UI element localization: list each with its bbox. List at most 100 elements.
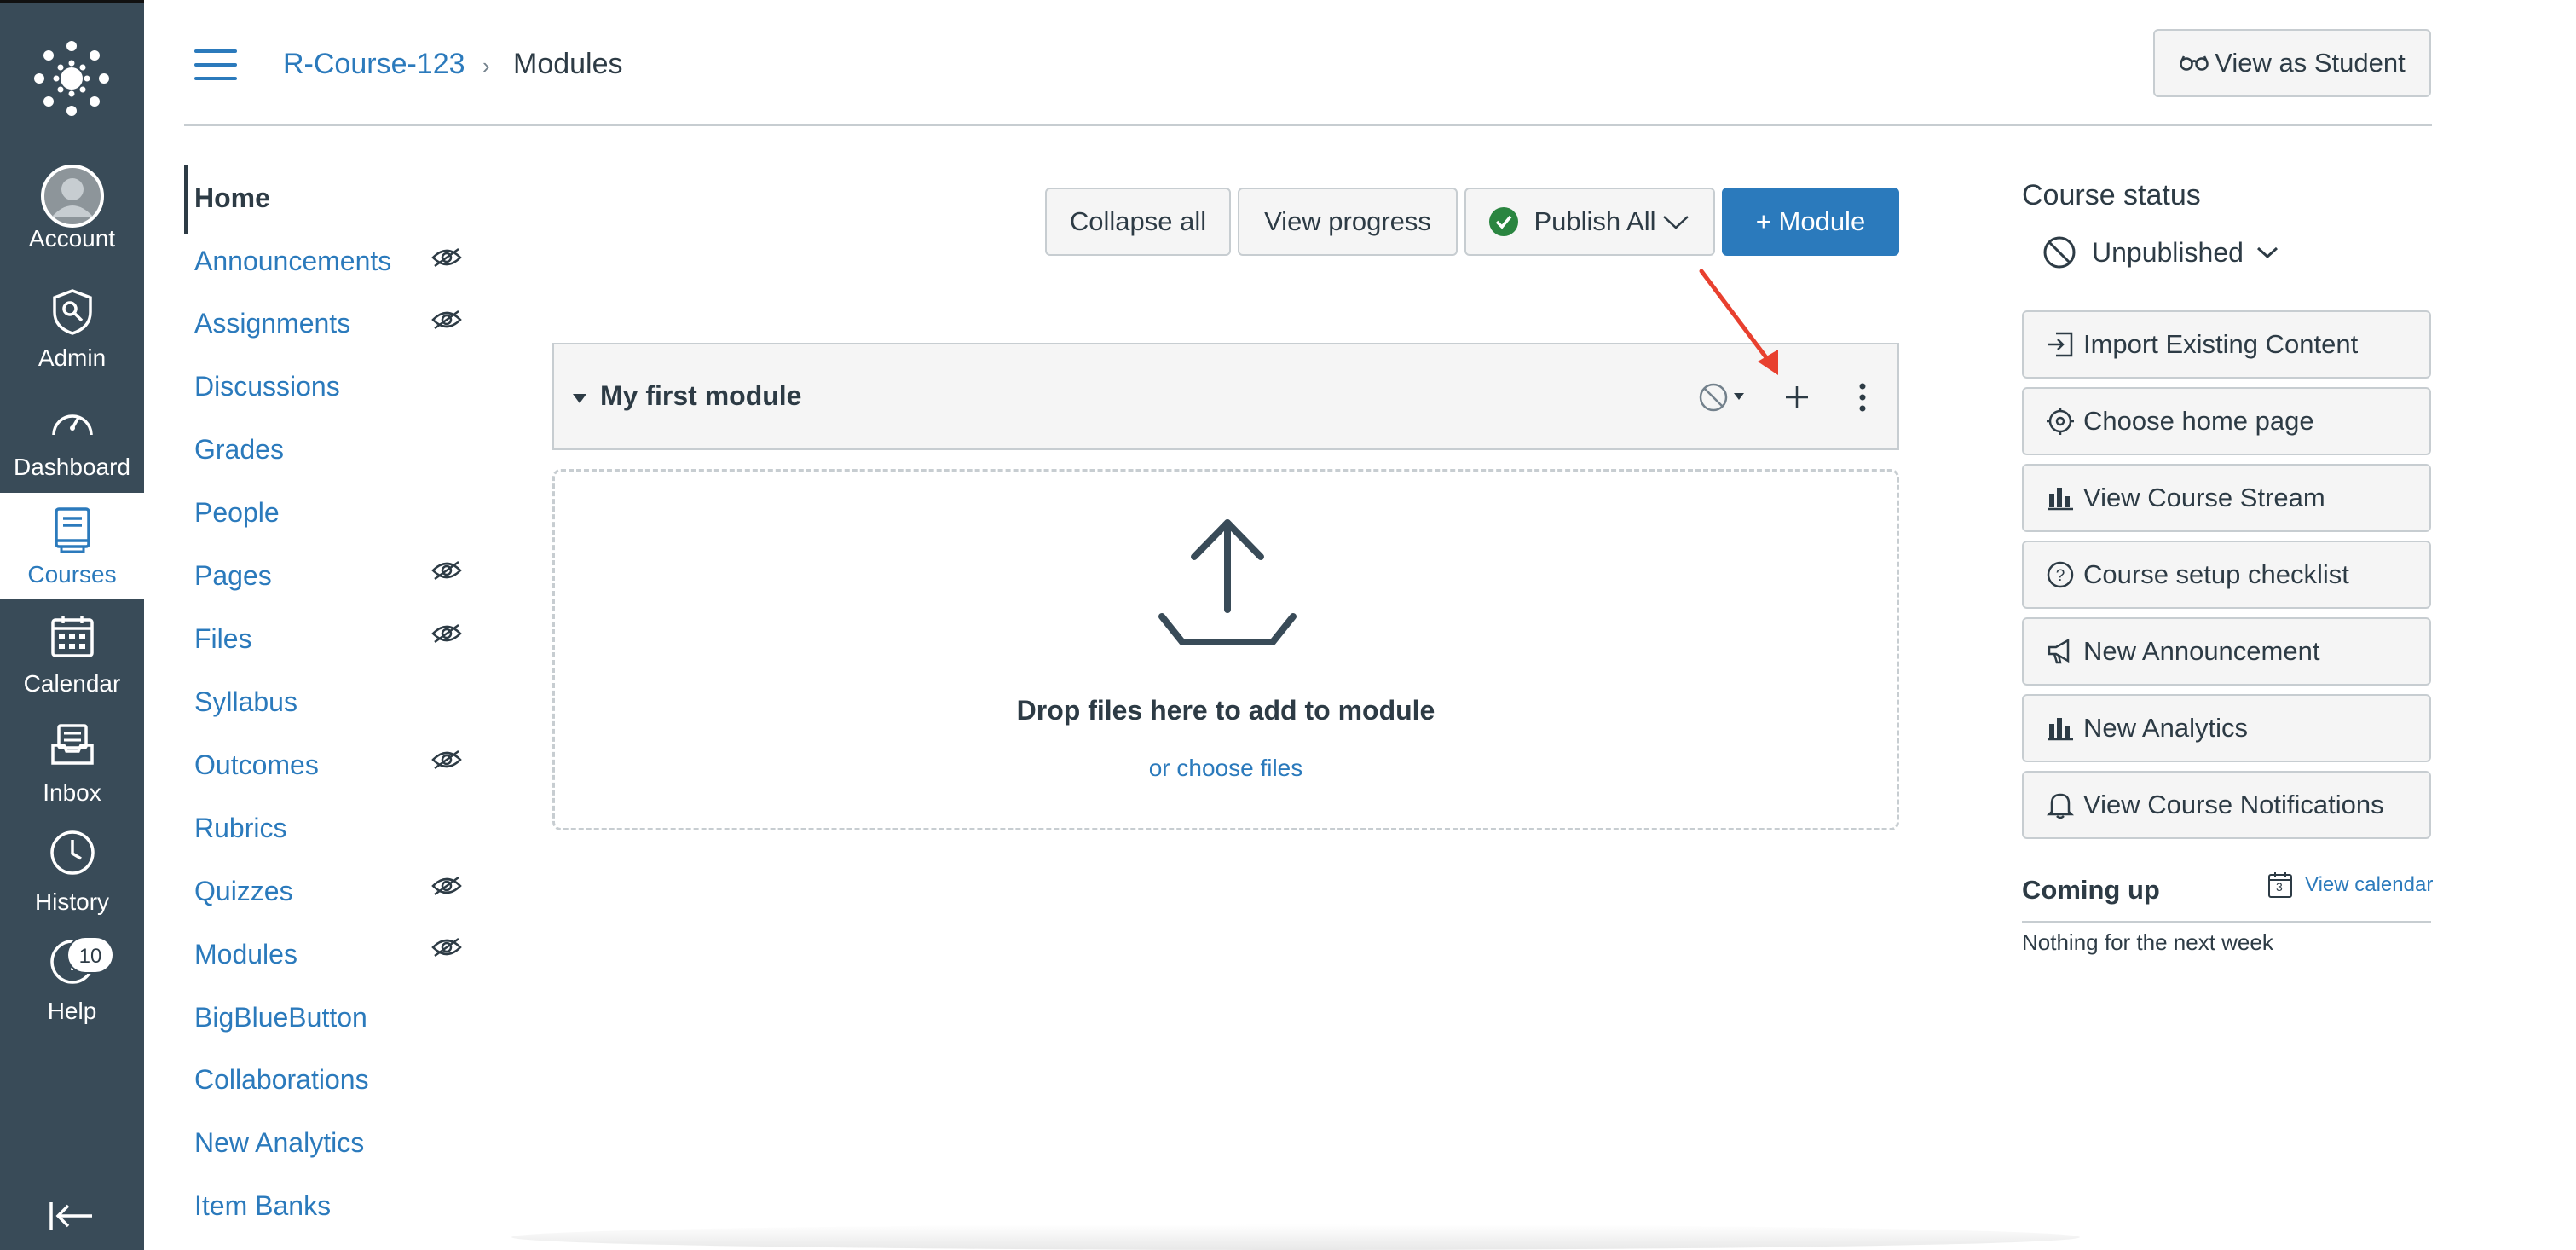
published-check-icon bbox=[1489, 207, 1519, 236]
choose-home-page-button[interactable]: Choose home page bbox=[2022, 387, 2431, 455]
hidden-eye-icon bbox=[431, 623, 462, 644]
nav-dashboard-label: Dashboard bbox=[14, 454, 130, 480]
breadcrumb-separator: › bbox=[482, 53, 490, 78]
new-analytics-button[interactable]: New Analytics bbox=[2022, 694, 2431, 762]
course-nav-new-analytics[interactable]: New Analytics bbox=[194, 1127, 364, 1159]
bottom-shadow bbox=[511, 1224, 2080, 1250]
calendar-day-number: 3 bbox=[2276, 880, 2283, 894]
course-setup-checklist-label: Course setup checklist bbox=[2083, 559, 2349, 589]
view-course-notifications-button[interactable]: View Course Notifications bbox=[2022, 771, 2431, 839]
course-status-value: Unpublished bbox=[2092, 236, 2244, 268]
course-nav-collaborations[interactable]: Collaborations bbox=[194, 1064, 369, 1096]
course-nav-modules[interactable]: Modules bbox=[194, 939, 297, 970]
book-icon bbox=[54, 507, 90, 553]
new-analytics-label: New Analytics bbox=[2083, 713, 2248, 743]
course-status-heading: Course status bbox=[2022, 179, 2201, 211]
nav-courses[interactable]: Courses bbox=[0, 493, 144, 599]
course-nav-discussions[interactable]: Discussions bbox=[194, 371, 340, 402]
collapse-nav-icon[interactable] bbox=[48, 1199, 95, 1233]
nav-courses-label: Courses bbox=[27, 561, 117, 587]
import-icon bbox=[2048, 332, 2073, 357]
import-existing-content-label: Import Existing Content bbox=[2083, 329, 2359, 359]
help-badge: 10 bbox=[66, 936, 114, 974]
view-course-stream-button[interactable]: View Course Stream bbox=[2022, 464, 2431, 532]
view-calendar-label: View calendar bbox=[2305, 873, 2434, 896]
view-course-notifications-label: View Course Notifications bbox=[2083, 790, 2384, 819]
drop-files-text: Drop files here to add to module bbox=[1016, 695, 1435, 726]
add-item-plus-icon[interactable] bbox=[1783, 384, 1811, 411]
course-nav-announcements[interactable]: Announcements bbox=[194, 246, 391, 277]
view-calendar-link[interactable]: 3 View calendar bbox=[2267, 871, 2433, 899]
publish-all-button[interactable]: Publish All bbox=[1464, 188, 1715, 256]
upload-icon bbox=[1158, 519, 1297, 645]
target-icon bbox=[2047, 408, 2074, 435]
course-nav-home[interactable]: Home bbox=[194, 182, 270, 214]
svg-text:?: ? bbox=[2056, 567, 2065, 585]
course-nav-rubrics[interactable]: Rubrics bbox=[194, 813, 286, 844]
course-nav-item-banks[interactable]: Item Banks bbox=[194, 1190, 331, 1222]
bell-icon bbox=[2046, 793, 2075, 819]
hidden-eye-icon bbox=[431, 937, 462, 958]
nav-account-label: Account bbox=[28, 225, 116, 252]
unpublished-icon[interactable] bbox=[1698, 382, 1749, 416]
breadcrumb-current: Modules bbox=[513, 48, 623, 80]
view-course-stream-label: View Course Stream bbox=[2083, 483, 2325, 512]
choose-files-link[interactable]: or choose files bbox=[555, 755, 1897, 782]
nav-help-label: Help bbox=[47, 998, 97, 1024]
choose-home-page-label: Choose home page bbox=[2083, 406, 2314, 436]
view-as-student-label: View as Student bbox=[2215, 48, 2406, 78]
nav-account[interactable]: Account bbox=[0, 157, 144, 263]
nav-dashboard[interactable]: Dashboard bbox=[0, 385, 144, 491]
course-nav-people[interactable]: People bbox=[194, 497, 280, 529]
nav-help[interactable]: ? 10 Help bbox=[0, 929, 144, 1035]
avatar-icon bbox=[40, 165, 104, 228]
course-nav-grades[interactable]: Grades bbox=[194, 434, 284, 466]
course-nav-outcomes[interactable]: Outcomes bbox=[194, 749, 319, 781]
question-icon: ? bbox=[2047, 561, 2074, 588]
canvas-logo-icon[interactable] bbox=[34, 41, 109, 116]
nav-inbox-label: Inbox bbox=[43, 779, 101, 806]
calendar-icon bbox=[50, 616, 94, 657]
module-title: My first module bbox=[600, 380, 802, 411]
coming-up-heading: Coming up bbox=[2022, 875, 2160, 905]
bar-chart-icon bbox=[2048, 488, 2073, 511]
hidden-eye-icon bbox=[431, 247, 462, 268]
course-nav-syllabus[interactable]: Syllabus bbox=[194, 686, 297, 718]
course-nav-bigbluebutton[interactable]: BigBlueButton bbox=[194, 1002, 367, 1033]
course-nav-quizzes[interactable]: Quizzes bbox=[194, 876, 293, 907]
collapse-all-button[interactable]: Collapse all bbox=[1045, 188, 1231, 256]
nav-admin-label: Admin bbox=[38, 344, 107, 371]
course-nav-assignments[interactable]: Assignments bbox=[194, 308, 350, 339]
import-existing-content-button[interactable]: Import Existing Content bbox=[2022, 310, 2431, 379]
course-status-toggle[interactable]: Unpublished bbox=[2042, 235, 2279, 269]
course-setup-checklist-button[interactable]: ? Course setup checklist bbox=[2022, 541, 2431, 609]
course-nav-pages[interactable]: Pages bbox=[194, 560, 272, 592]
nav-history-label: History bbox=[34, 888, 110, 915]
megaphone-icon bbox=[2048, 638, 2070, 664]
coming-up-divider bbox=[2022, 921, 2431, 923]
more-options-icon[interactable] bbox=[1857, 382, 1868, 413]
nav-calendar[interactable]: Calendar bbox=[0, 602, 144, 708]
hidden-eye-icon bbox=[431, 749, 462, 770]
view-as-student-button[interactable]: View as Student bbox=[2153, 29, 2431, 97]
course-nav-active-indicator bbox=[184, 165, 188, 234]
hidden-eye-icon bbox=[431, 876, 462, 896]
inbox-icon bbox=[50, 724, 94, 765]
view-progress-button[interactable]: View progress bbox=[1238, 188, 1458, 256]
nav-inbox[interactable]: Inbox bbox=[0, 711, 144, 817]
header-divider bbox=[184, 124, 2432, 126]
hidden-eye-icon bbox=[431, 310, 462, 330]
bar-chart-icon bbox=[2048, 718, 2073, 741]
chevron-down-icon bbox=[2256, 246, 2278, 259]
file-drop-zone[interactable]: Drop files here to add to module or choo… bbox=[552, 469, 1899, 830]
nav-history[interactable]: History bbox=[0, 820, 144, 926]
new-announcement-button[interactable]: New Announcement bbox=[2022, 617, 2431, 686]
course-menu-toggle[interactable] bbox=[194, 49, 237, 80]
add-module-button[interactable]: + Module bbox=[1722, 188, 1899, 256]
new-announcement-label: New Announcement bbox=[2083, 636, 2320, 666]
nav-admin[interactable]: Admin bbox=[0, 276, 144, 382]
breadcrumb-course[interactable]: R-Course-123 bbox=[283, 48, 465, 81]
course-nav-files[interactable]: Files bbox=[194, 623, 252, 655]
module-collapse-toggle[interactable] bbox=[573, 394, 586, 403]
global-nav: Account Admin Dashboard Courses Calendar… bbox=[0, 0, 144, 1250]
